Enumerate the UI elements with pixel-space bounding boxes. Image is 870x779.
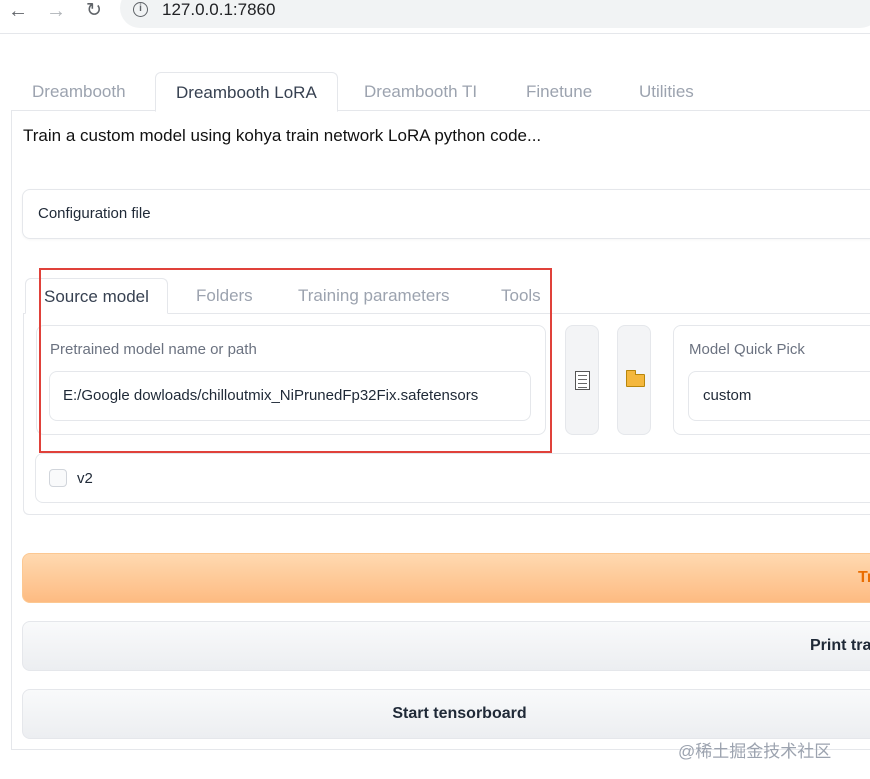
site-info-icon[interactable]: i: [133, 2, 148, 17]
model-quick-pick-dropdown[interactable]: custom: [688, 371, 870, 421]
select-file-button[interactable]: [565, 325, 599, 435]
reload-icon[interactable]: ↻: [82, 0, 106, 24]
configuration-file-accordion[interactable]: Configuration file: [22, 189, 870, 239]
train-model-button-label: Tr: [858, 569, 870, 586]
tab-folders[interactable]: Folders: [178, 278, 271, 314]
tab-training-parameters[interactable]: Training parameters: [280, 278, 468, 314]
configuration-file-label: Configuration file: [38, 205, 151, 222]
document-icon: [575, 371, 590, 390]
tab-dreambooth-ti[interactable]: Dreambooth TI: [344, 72, 497, 112]
page-description: Train a custom model using kohya train n…: [23, 126, 542, 145]
train-model-button[interactable]: Tr: [22, 553, 870, 603]
forward-arrow-icon[interactable]: →: [44, 0, 68, 24]
v2-checkbox[interactable]: [49, 469, 67, 487]
model-quick-pick-label: Model Quick Pick: [689, 341, 805, 358]
pretrained-model-input[interactable]: E:/Google dowloads/chilloutmix_NiPrunedF…: [49, 371, 531, 421]
toolbar-divider: [0, 33, 870, 34]
v2-label: v2: [77, 470, 93, 487]
tab-dreambooth[interactable]: Dreambooth: [12, 72, 146, 112]
pretrained-model-label: Pretrained model name or path: [50, 341, 257, 358]
tab-source-model[interactable]: Source model: [25, 278, 168, 314]
tab-tools[interactable]: Tools: [483, 278, 559, 314]
browser-toolbar: ← → ↻ i 127.0.0.1:7860: [0, 0, 870, 30]
print-training-command-button[interactable]: Print tra: [22, 621, 870, 671]
tab-dreambooth-lora[interactable]: Dreambooth LoRA: [155, 72, 338, 112]
start-tensorboard-button[interactable]: Start tensorboard: [22, 689, 870, 739]
folder-icon: [626, 370, 645, 387]
tab-utilities[interactable]: Utilities: [619, 72, 714, 112]
start-tensorboard-label: Start tensorboard: [392, 705, 527, 722]
v2-option-group: [35, 453, 870, 503]
print-training-command-label: Print tra: [810, 637, 870, 654]
watermark-text: @稀土掘金技术社区: [678, 742, 832, 761]
select-folder-button[interactable]: [617, 325, 651, 435]
back-arrow-icon[interactable]: ←: [6, 0, 30, 24]
tab-finetune[interactable]: Finetune: [506, 72, 612, 112]
url-text[interactable]: 127.0.0.1:7860: [162, 0, 275, 20]
